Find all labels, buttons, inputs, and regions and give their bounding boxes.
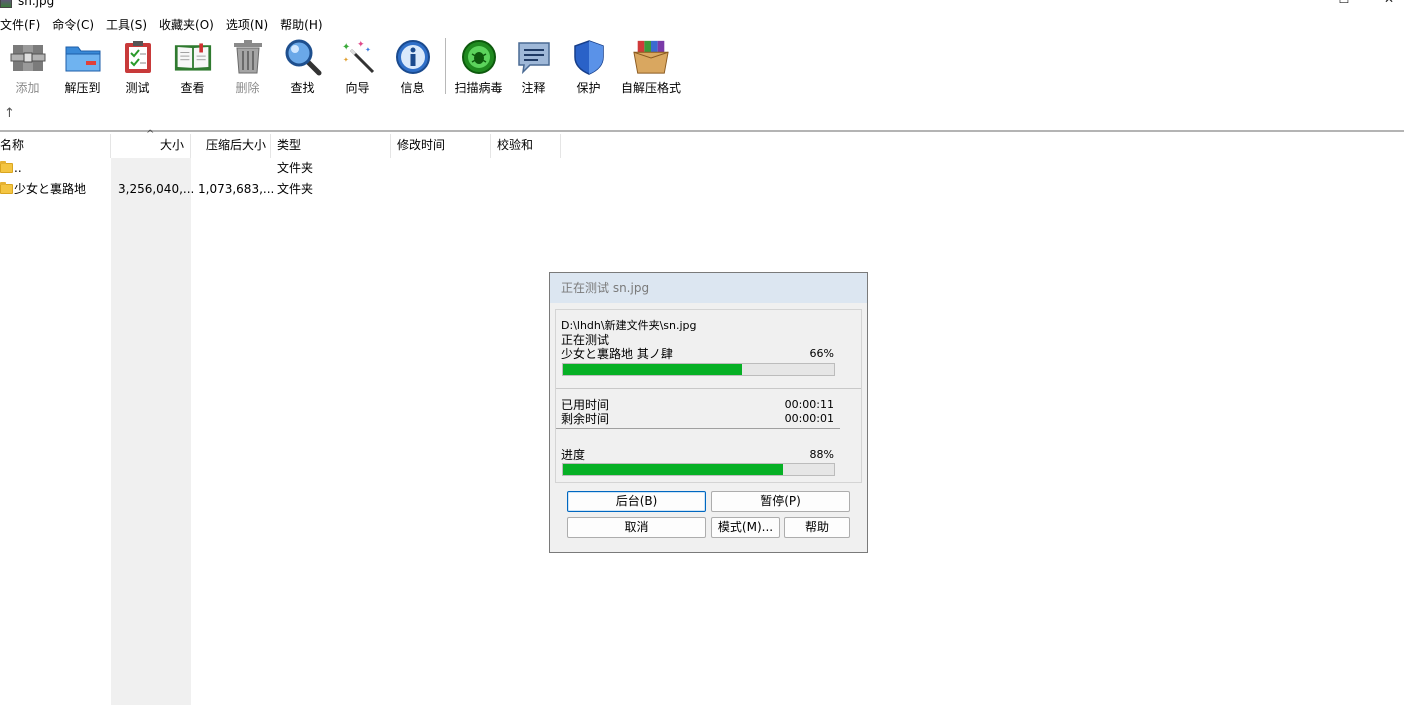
extract-folder-icon <box>64 38 102 76</box>
comment-button[interactable]: 注释 <box>506 38 561 96</box>
sorted-column-highlight <box>111 158 191 705</box>
column-type[interactable]: 类型 <box>271 134 391 158</box>
comment-label: 注释 <box>521 81 546 95</box>
overall-percent: 88% <box>809 448 834 461</box>
elapsed-time-value: 00:00:11 <box>784 398 834 411</box>
operation-status: 正在测试 <box>561 333 610 347</box>
delete-label: 删除 <box>235 81 260 95</box>
add-label: 添加 <box>15 81 40 95</box>
toolbar-divider <box>0 130 1404 132</box>
test-button[interactable]: 测试 <box>110 38 165 96</box>
overall-progress-bar <box>562 463 835 476</box>
folder-icon <box>0 161 13 173</box>
wizard-button[interactable]: ✦ ✦ ✦ ✦ 向导 <box>330 38 385 96</box>
column-packed-size[interactable]: 压缩后大小 <box>191 134 271 158</box>
trash-icon <box>229 38 267 76</box>
menu-commands[interactable]: 命令(C) <box>52 14 100 36</box>
mode-button[interactable]: 模式(M)... <box>711 517 780 538</box>
up-one-level-button[interactable]: ↑ <box>4 106 15 121</box>
folder-icon <box>0 182 13 194</box>
overall-progress-label: 进度 <box>561 448 586 462</box>
wizard-label: 向导 <box>345 81 370 95</box>
svg-text:✦: ✦ <box>357 40 365 50</box>
comment-icon <box>515 38 553 76</box>
menu-tools[interactable]: 工具(S) <box>106 14 153 36</box>
sfx-label: 自解压格式 <box>620 81 681 95</box>
column-name[interactable]: 名称 <box>0 134 111 158</box>
menu-bar: 文件(F) 命令(C) 工具(S) 收藏夹(O) 选项(N) 帮助(H) <box>0 14 335 36</box>
sfx-button[interactable]: 自解压格式 <box>616 38 686 96</box>
pause-button[interactable]: 暂停(P) <box>711 491 850 512</box>
menu-file[interactable]: 文件(F) <box>0 14 46 36</box>
sfx-box-icon <box>632 38 670 76</box>
wizard-wand-icon: ✦ ✦ ✦ ✦ <box>339 38 377 76</box>
elapsed-time-label: 已用时间 <box>561 398 610 412</box>
svg-text:✦: ✦ <box>365 46 371 54</box>
current-file-name: 少女と裏路地 其ノ肆 <box>561 347 673 361</box>
testing-progress-dialog: 正在测试 sn.jpg D:\lhdh\新建文件夹\sn.jpg 正在测试 少女… <box>549 272 868 553</box>
view-button[interactable]: 查看 <box>165 38 220 96</box>
magnifier-icon <box>284 38 322 76</box>
item-type: 文件夹 <box>277 161 314 175</box>
menu-favorites[interactable]: 收藏夹(O) <box>159 14 220 36</box>
column-modified[interactable]: 修改时间 <box>391 134 491 158</box>
menu-help[interactable]: 帮助(H) <box>280 14 328 36</box>
menu-options[interactable]: 选项(N) <box>226 14 274 36</box>
scan-virus-label: 扫描病毒 <box>454 81 503 95</box>
close-button[interactable]: ✕ <box>1366 0 1404 10</box>
delete-button[interactable]: 删除 <box>220 38 275 96</box>
add-archive-icon <box>9 38 47 76</box>
dialog-progress-panel: D:\lhdh\新建文件夹\sn.jpg 正在测试 少女と裏路地 其ノ肆 66%… <box>555 309 862 483</box>
item-packed-size: 1,073,683,... <box>198 182 275 196</box>
toolbar: 添加 解压到 测试 查看 删除 查找 ✦ ✦ ✦ ✦ 向导 信息 扫描病毒 注释… <box>0 38 686 100</box>
add-button[interactable]: 添加 <box>0 38 55 96</box>
view-book-icon <box>174 38 212 76</box>
item-name: 少女と裏路地 <box>14 182 87 196</box>
help-button[interactable]: 帮助 <box>784 517 850 538</box>
shield-icon <box>570 38 608 76</box>
file-list-header: 名称 ^ 大小 压缩后大小 类型 修改时间 校验和 <box>0 129 1404 158</box>
panel-divider <box>556 388 861 389</box>
item-name: .. <box>14 161 22 175</box>
remaining-time-value: 00:00:01 <box>784 412 834 425</box>
title-bar: sn.jpg — ☐ ✕ <box>0 0 1404 12</box>
maximize-button[interactable]: ☐ <box>1321 0 1367 10</box>
file-progress-bar <box>562 363 835 376</box>
winrar-app-icon <box>0 0 12 8</box>
scan-virus-button[interactable]: 扫描病毒 <box>451 38 506 96</box>
info-icon <box>394 38 432 76</box>
item-size: 3,256,040,... <box>118 182 195 196</box>
view-label: 查看 <box>180 81 205 95</box>
info-button[interactable]: 信息 <box>385 38 440 96</box>
overall-progress-fill <box>563 464 783 475</box>
minimize-button[interactable]: — <box>1277 0 1323 10</box>
list-item[interactable]: 少女と裏路地 3,256,040,... 1,073,683,... 文件夹 <box>0 179 600 200</box>
protect-button[interactable]: 保护 <box>561 38 616 96</box>
column-size[interactable]: 大小 <box>111 134 191 158</box>
extract-to-button[interactable]: 解压到 <box>55 38 110 96</box>
file-percent: 66% <box>809 347 834 360</box>
toolbar-separator <box>445 38 446 94</box>
column-crc[interactable]: 校验和 <box>491 134 561 158</box>
dialog-title: 正在测试 sn.jpg <box>550 273 867 303</box>
item-type: 文件夹 <box>277 182 314 196</box>
find-label: 查找 <box>290 81 315 95</box>
find-button[interactable]: 查找 <box>275 38 330 96</box>
window-title: sn.jpg <box>18 0 55 8</box>
file-progress-fill <box>563 364 742 375</box>
svg-text:✦: ✦ <box>343 56 349 64</box>
archive-path: D:\lhdh\新建文件夹\sn.jpg <box>561 319 697 332</box>
list-item[interactable]: .. 文件夹 <box>0 158 600 179</box>
cancel-button[interactable]: 取消 <box>567 517 706 538</box>
background-button[interactable]: 后台(B) <box>567 491 706 512</box>
test-clipboard-icon <box>119 38 157 76</box>
svg-text:✦: ✦ <box>342 42 350 53</box>
test-label: 测试 <box>125 81 150 95</box>
remaining-time-label: 剩余时间 <box>561 412 610 426</box>
extract-to-label: 解压到 <box>64 81 101 95</box>
info-label: 信息 <box>400 81 425 95</box>
protect-label: 保护 <box>576 81 601 95</box>
virus-scan-icon <box>460 38 498 76</box>
time-divider <box>556 428 840 429</box>
